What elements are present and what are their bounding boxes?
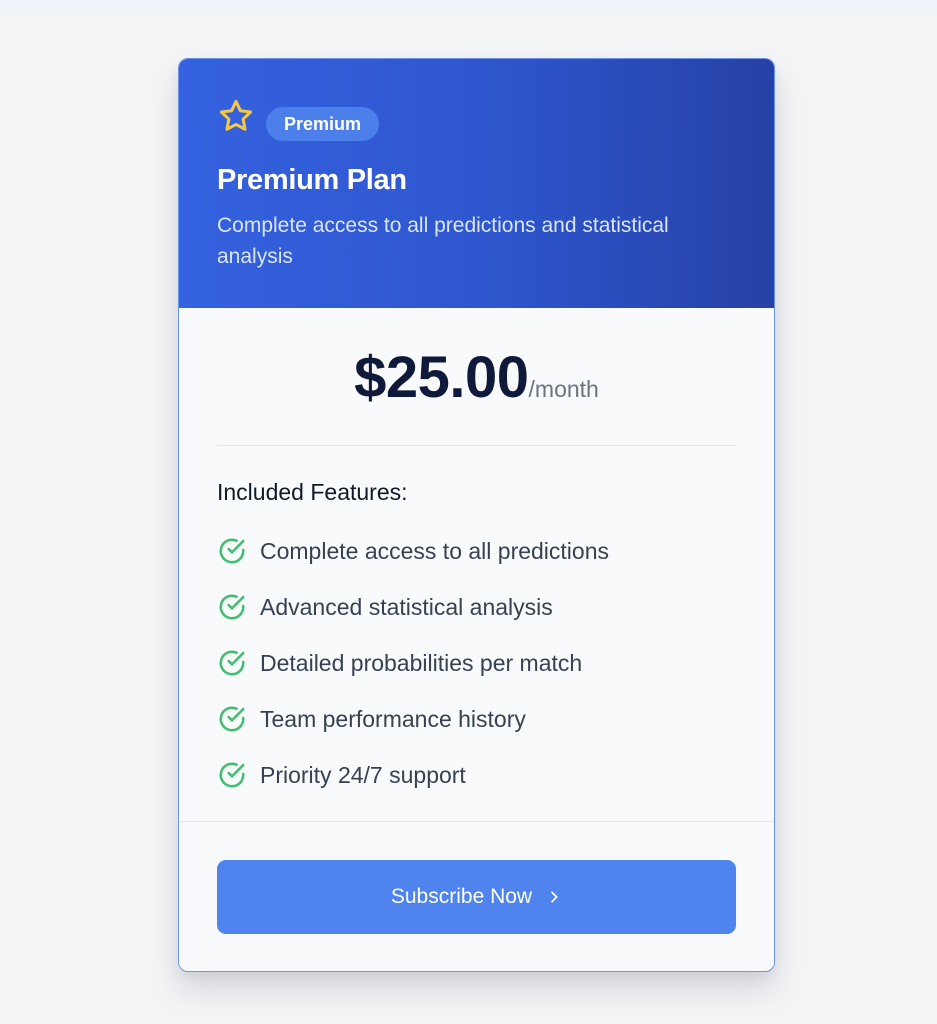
check-circle-icon [219, 594, 245, 620]
feature-item: Priority 24/7 support [217, 747, 747, 803]
feature-text: Priority 24/7 support [260, 761, 466, 788]
check-circle-icon [219, 762, 245, 788]
feature-item: Team performance history [217, 691, 747, 747]
feature-text: Complete access to all predictions [260, 537, 609, 564]
check-circle-icon [219, 706, 245, 732]
feature-text: Detailed probabilities per match [260, 649, 583, 676]
pricing-card: Premium Premium Plan Complete access to … [178, 58, 775, 972]
plan-description: Complete access to all predictions and s… [217, 214, 669, 268]
chevron-right-icon [551, 891, 558, 903]
feature-text: Team performance history [260, 705, 526, 732]
check-circle-icon [219, 650, 245, 676]
subscribe-button[interactable]: Subscribe Now [217, 860, 736, 934]
star-icon [219, 99, 253, 131]
price-divider [217, 445, 736, 446]
card-header: Premium Premium Plan Complete access to … [179, 59, 774, 308]
features-title: Included Features: [217, 479, 408, 505]
price: $25.00/month [179, 344, 774, 411]
plan-title: Premium Plan [217, 164, 407, 196]
feature-item: Detailed probabilities per match [217, 635, 747, 691]
plan-badge: Premium [266, 107, 380, 141]
feature-item: Complete access to all predictions [217, 523, 747, 579]
feature-item: Advanced statistical analysis [217, 579, 747, 635]
top-strip [0, 0, 937, 9]
features-list: Complete access to all predictions Advan… [217, 523, 747, 803]
feature-text: Advanced statistical analysis [260, 593, 553, 620]
card-footer: Subscribe Now [179, 821, 774, 971]
price-amount: $25.00 [354, 345, 529, 410]
price-period: /month [528, 376, 599, 402]
subscribe-label: Subscribe Now [390, 885, 533, 908]
check-circle-icon [219, 538, 245, 564]
